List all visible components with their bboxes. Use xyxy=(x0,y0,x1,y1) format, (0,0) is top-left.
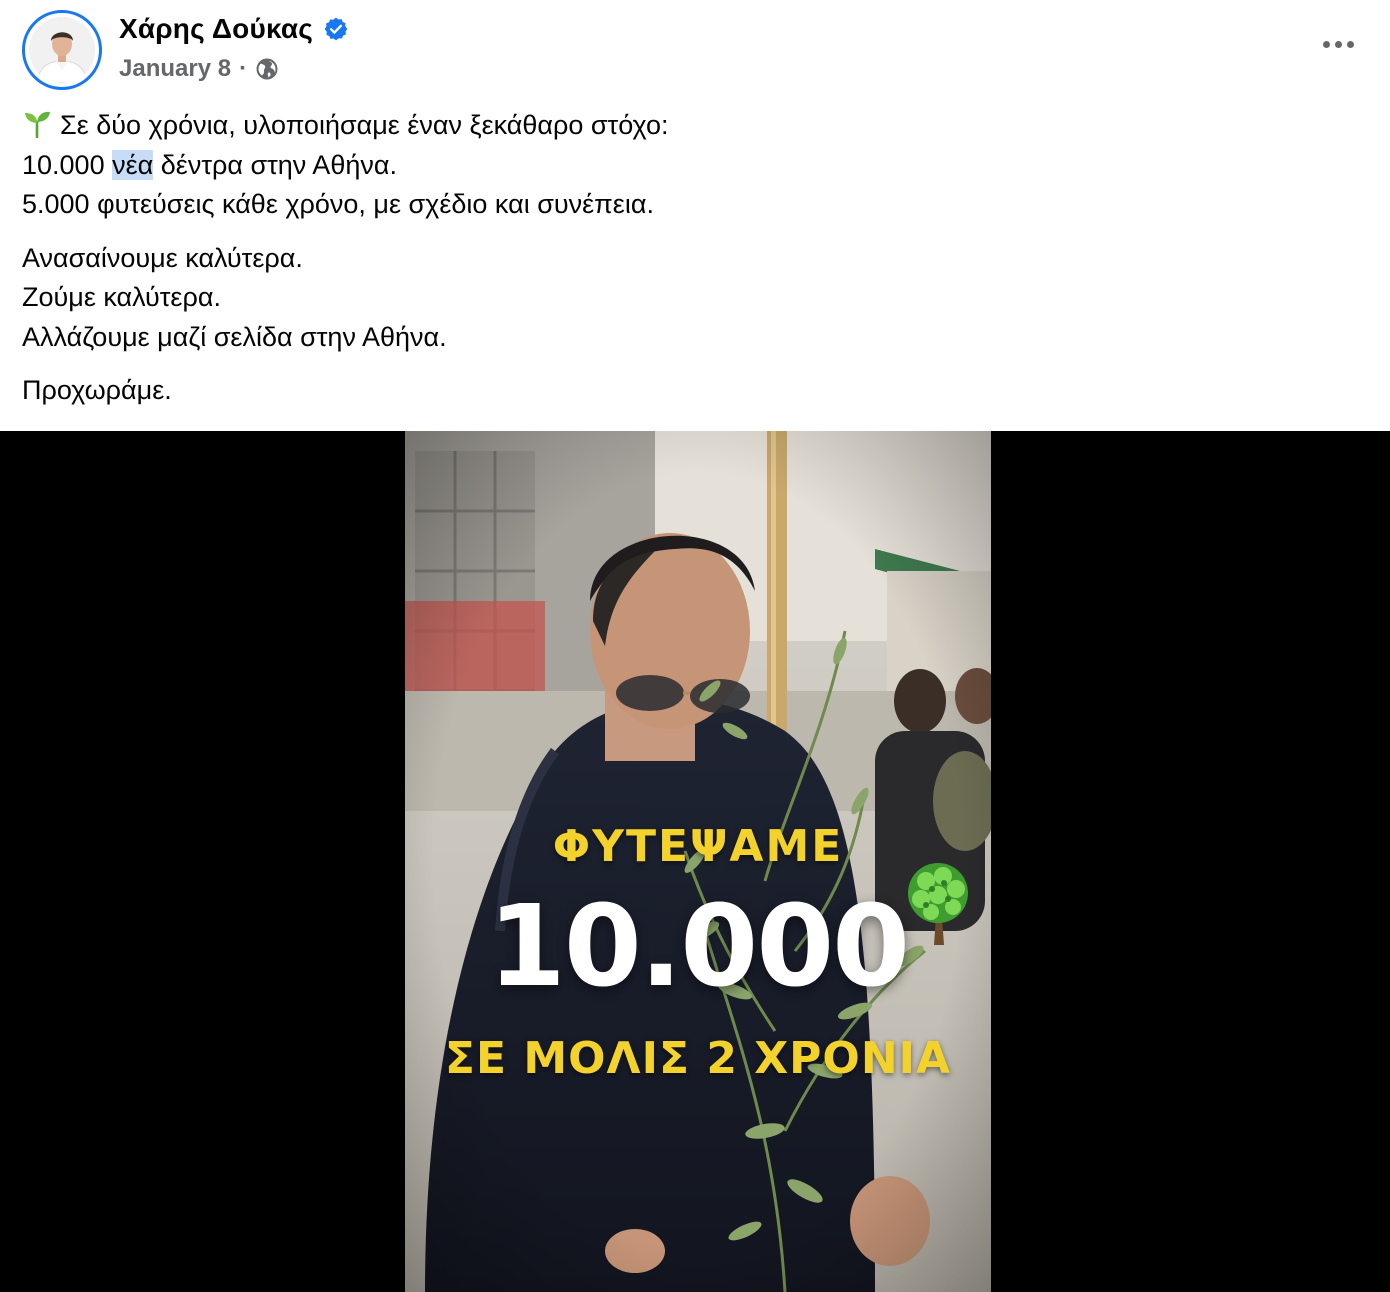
text-line: Ζούμε καλύτερα. xyxy=(22,282,221,312)
meta-separator: · xyxy=(239,55,248,82)
text-line: Αλλάζουμε μαζί σελίδα στην Αθήνα. xyxy=(22,321,447,352)
more-dots-icon xyxy=(1346,40,1354,48)
post-meta: January 8 · xyxy=(119,52,279,86)
post-paragraph-1: Σε δύο χρόνια, υλοποιήσαμε έναν ξεκάθαρο… xyxy=(22,106,1368,225)
video-overlay-subheading: ΣΕ ΜΟΛΙΣ 2 ΧΡΟΝΙΑ xyxy=(444,1033,952,1084)
post-header: Χάρης Δούκας January 8 · xyxy=(0,0,1390,100)
tree-icon xyxy=(898,859,978,945)
verified-badge-icon xyxy=(323,16,349,42)
text-line: Ανασαίνουμε καλύτερα. xyxy=(22,242,303,273)
text-line-1: Σε δύο χρόνια, υλοποιήσαμε έναν ξεκάθαρο… xyxy=(60,110,669,140)
text-line-2a: 10.000 xyxy=(22,149,113,180)
avatar-photo xyxy=(29,17,95,83)
more-dots-icon xyxy=(1334,40,1342,48)
post-paragraph-2: Ανασαίνουμε καλύτερα. Ζούμε καλύτερα. Αλ… xyxy=(22,239,1368,358)
author-name[interactable]: Χάρης Δούκας xyxy=(119,13,313,45)
seedling-icon xyxy=(22,108,52,139)
globe-icon[interactable] xyxy=(255,57,279,81)
text-line: Σε δύο χρόνια, υλοποιήσαμε έναν ξεκάθαρο… xyxy=(22,106,1368,146)
post-paragraph-3: Προχωράμε. xyxy=(22,371,1368,411)
video-player[interactable]: ΦΥΤΕΨΑΜΕ 10.000 ΣΕ ΜΟΛΙΣ 2 ΧΡΟΝΙΑ xyxy=(405,431,991,1292)
text-line: 10.000 νέα δέντρα στην Αθήνα. xyxy=(22,146,1368,186)
author-row: Χάρης Δούκας xyxy=(119,10,349,48)
selected-text-highlight[interactable]: νέα xyxy=(112,149,154,180)
more-dots-icon xyxy=(1322,40,1330,48)
more-options-button[interactable] xyxy=(1316,28,1360,60)
text-line: 5.000 φυτεύσεις κάθε χρόνο, με σχέδιο κα… xyxy=(22,189,654,219)
post-media: ΦΥΤΕΨΑΜΕ 10.000 ΣΕ ΜΟΛΙΣ 2 ΧΡΟΝΙΑ xyxy=(0,431,1390,1292)
post-date[interactable]: January 8 xyxy=(119,55,231,83)
post-text: Σε δύο χρόνια, υλοποιήσαμε έναν ξεκάθαρο… xyxy=(22,106,1368,425)
text-line: Προχωράμε. xyxy=(22,375,172,405)
text-line-2b: δέντρα στην Αθήνα. xyxy=(153,149,397,180)
author-avatar[interactable] xyxy=(22,10,102,90)
